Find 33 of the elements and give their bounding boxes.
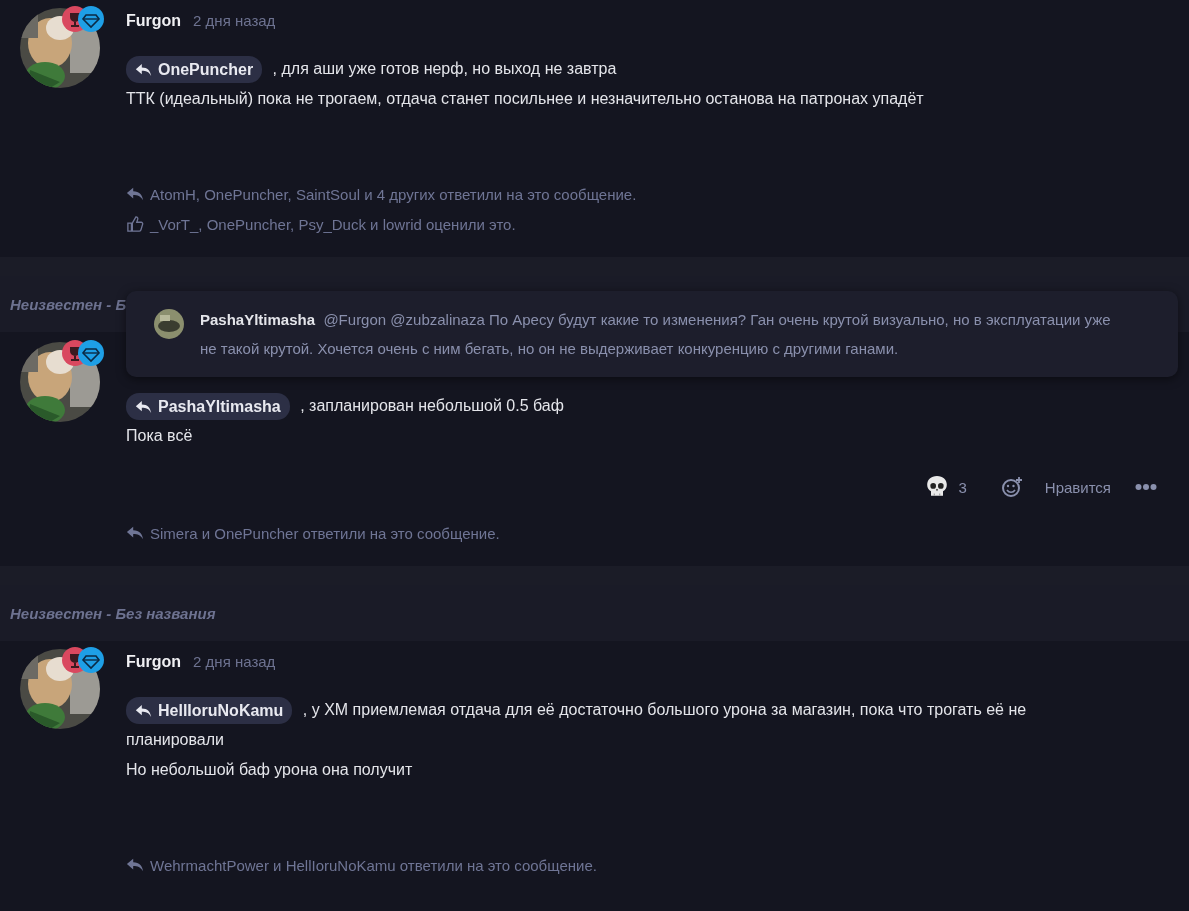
replies-summary[interactable]: Simera и OnePuncher ответили на это сообщение. bbox=[150, 524, 500, 542]
replies-summary[interactable]: AtomH, OnePuncher, SaintSoul и 4 других ответили на это сообщение. bbox=[150, 185, 637, 203]
reply-icon bbox=[135, 62, 152, 77]
message-text: Пока всё bbox=[126, 426, 194, 446]
reply-icon bbox=[126, 525, 144, 541]
like-button[interactable]: Нравится bbox=[1044, 478, 1111, 496]
reply-icon bbox=[135, 703, 152, 718]
reply-icon bbox=[135, 399, 152, 414]
post-time[interactable]: 2 дня назад bbox=[193, 12, 276, 29]
post-time[interactable]: 2 дня назад bbox=[193, 653, 276, 670]
reply-mention[interactable]: HellIoruNoKamu bbox=[126, 697, 293, 725]
more-icon[interactable] bbox=[1135, 483, 1157, 491]
thread-title[interactable]: Неизвестен - Без названия bbox=[10, 604, 216, 622]
reaction-count[interactable]: 3 bbox=[958, 478, 967, 496]
add-reaction-icon[interactable] bbox=[1000, 476, 1023, 498]
reply-icon bbox=[126, 186, 144, 202]
likes-summary[interactable]: _VorT_, OnePuncher, Psy_Duck и lowrid оценили это. bbox=[150, 215, 516, 233]
message-text: ТТК (идеальный) пока не трогаем, отдача станет посильнее и незначительно останова на патронах упадёт bbox=[126, 89, 925, 109]
quote-text: PashaYltimasha @Furgon @zubzalinaza По Аресу будут какие то изменения? Ган очень крутой визуально, но в эксплуатации уже не такой крутой. Хочется очень с ним бегать, но он не выдерживает конкуренцию с другими ганами. bbox=[200, 310, 1112, 359]
message-text: , для аши уже готов нерф, но выход не завтра bbox=[272, 60, 617, 77]
thumbs-up-icon bbox=[126, 216, 144, 232]
reply-mention[interactable]: PashaYltimasha bbox=[126, 393, 290, 421]
reply-mention[interactable]: OnePuncher bbox=[126, 56, 263, 84]
message-text: , у ХМ приемлемая отдача для её достаточно большого урона за магазин, пока что трогать её не bbox=[302, 701, 1027, 718]
skull-icon bbox=[926, 475, 949, 499]
reply-icon bbox=[126, 857, 144, 873]
author-name[interactable]: Furgon bbox=[126, 653, 182, 671]
message-text: Но небольшой баф урона она получит bbox=[126, 760, 414, 780]
message-text: , запланирован небольшой 0.5 баф bbox=[300, 397, 564, 414]
author-name[interactable]: Furgon bbox=[126, 12, 182, 30]
message-text: планировали bbox=[126, 730, 225, 750]
thread-title[interactable]: Неизвестен - Б bbox=[10, 295, 127, 313]
replies-summary[interactable]: WehrmachtPower и HellIoruNoKamu ответили на это сообщение. bbox=[150, 856, 597, 874]
